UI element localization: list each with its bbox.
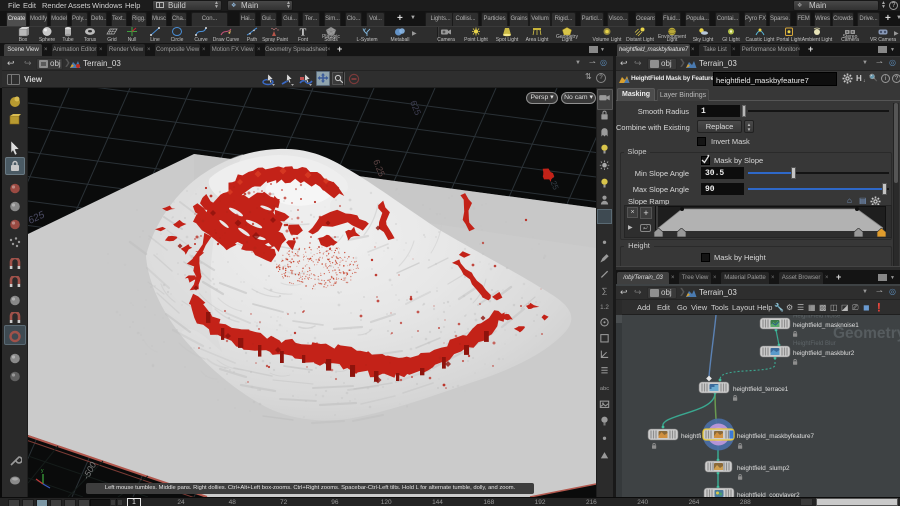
svg-text:heightfield_terrace1: heightfield_terrace1 [733,386,789,393]
svg-text:heightfield_masknoise1: heightfield_masknoise1 [793,322,859,329]
svg-text:heightfi: heightfi [681,433,701,440]
svg-text:HeightField Blur: HeightField Blur [793,341,836,347]
svg-text:abc: abc [600,386,609,392]
svg-text:T: T [300,28,307,37]
svg-text:HeightField Noise: HeightField Noise [793,315,841,320]
svg-text:1.2: 1.2 [600,304,609,311]
svg-text:heightfield_maskbyfeature7: heightfield_maskbyfeature7 [737,433,815,440]
svg-text:heightfield_maskblur2: heightfield_maskblur2 [793,350,855,357]
svg-text:∑: ∑ [602,285,608,295]
svg-text:heightfield_slump2: heightfield_slump2 [737,465,790,472]
